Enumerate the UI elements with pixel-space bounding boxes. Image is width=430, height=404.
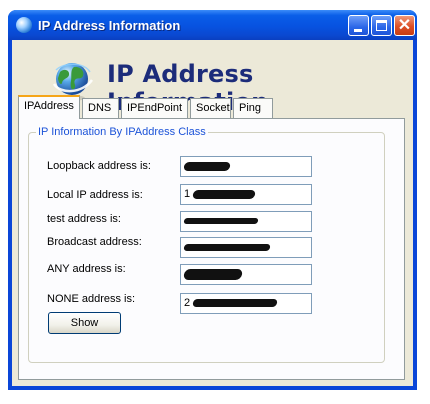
any-address-field[interactable] (180, 264, 312, 285)
test-address-label: test address is: (47, 213, 121, 225)
minimize-icon (354, 29, 362, 32)
redaction-scribble (183, 243, 271, 251)
show-button[interactable]: Show (48, 312, 121, 334)
field-value: 2 (184, 297, 191, 309)
app-window: IP Address Information ✕ IP Address IPAd… (8, 10, 417, 390)
local-ip-field[interactable]: 1 (180, 184, 312, 205)
redaction-scribble (192, 299, 278, 308)
any-address-label: ANY address is: (47, 263, 126, 275)
close-icon: ✕ (397, 17, 412, 34)
group-title: IP Information By IPAddress Class (36, 126, 208, 138)
broadcast-field[interactable] (180, 237, 312, 258)
maximize-button[interactable] (371, 15, 392, 36)
local-ip-label: Local IP address is: (47, 189, 143, 201)
tab-ipendpoint[interactable]: IPEndPoint (121, 98, 188, 118)
minimize-button[interactable] (348, 15, 369, 36)
redaction-scribble (183, 161, 231, 171)
tab-dns[interactable]: DNS (82, 98, 119, 118)
ip-information-group: IP Information By IPAddress Class Loopba… (28, 126, 385, 363)
title-bar[interactable]: IP Address Information ✕ (8, 10, 417, 40)
redaction-scribble (183, 268, 243, 280)
tab-socket[interactable]: Socket (190, 98, 231, 118)
tab-panel-ipaddress: IP Information By IPAddress Class Loopba… (18, 118, 405, 380)
none-address-label: NONE address is: (47, 293, 136, 305)
maximize-icon (376, 20, 387, 31)
close-button[interactable]: ✕ (394, 15, 415, 36)
broadcast-label: Broadcast address: (47, 236, 142, 248)
none-address-field[interactable]: 2 (180, 293, 312, 314)
loopback-field[interactable] (180, 156, 312, 177)
window-title: IP Address Information (38, 18, 181, 33)
tab-ipaddress[interactable]: IPAddress (18, 95, 80, 119)
globe-icon (16, 17, 32, 33)
window-client-area: IP Address Information IPAddress DNS IPE… (12, 40, 413, 386)
loopback-label: Loopback address is: (47, 160, 151, 172)
redaction-scribble (183, 218, 259, 225)
tab-ping[interactable]: Ping (233, 98, 273, 118)
test-address-field[interactable] (180, 211, 312, 232)
redaction-scribble (192, 189, 256, 199)
field-value: 1 (184, 188, 191, 200)
